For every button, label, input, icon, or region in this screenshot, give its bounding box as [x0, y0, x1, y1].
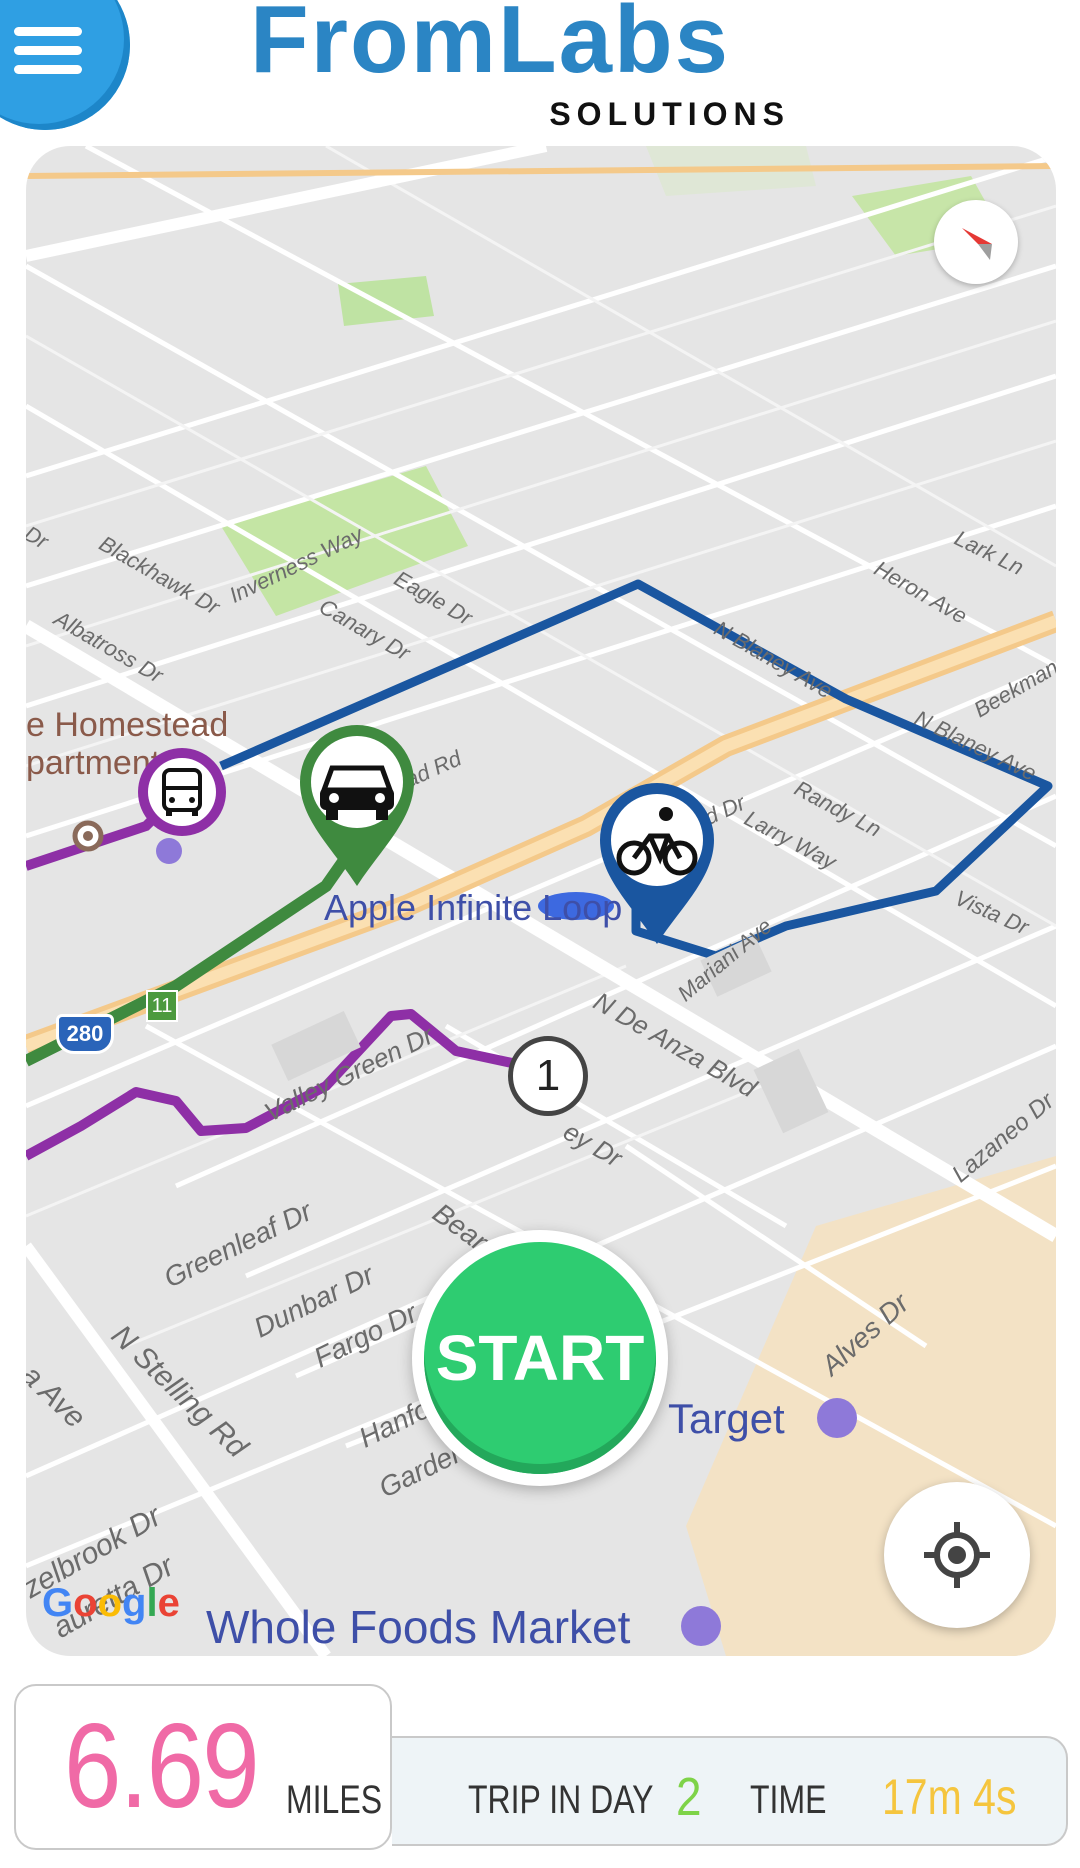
car-icon — [300, 725, 414, 886]
start-button-label: START — [424, 1242, 656, 1474]
route-badge: 11 — [146, 990, 178, 1022]
car-marker[interactable] — [294, 720, 420, 890]
bus-icon — [138, 748, 226, 836]
poi-line: e Homestead — [26, 706, 229, 744]
poi-label-apple[interactable]: Apple Infinite Loop — [324, 890, 622, 926]
bike-marker[interactable] — [594, 778, 720, 948]
bicycle-icon — [600, 783, 714, 944]
crosshair-icon — [924, 1522, 990, 1588]
route-number: 11 — [151, 995, 173, 1017]
distance-card: 6.69 MILES — [14, 1684, 392, 1850]
trip-count: 2 — [676, 1767, 702, 1827]
distance-unit: MILES — [286, 1778, 383, 1822]
poi-label-whole-foods[interactable]: Whole Foods Market — [206, 1604, 630, 1650]
hamburger-bar — [14, 65, 82, 74]
interstate-number: 280 — [66, 1021, 104, 1046]
bus-marker[interactable] — [134, 744, 230, 840]
distance-value: 6.69 — [64, 1699, 260, 1833]
map-view[interactable]: 280 11 Homestead Rd N Blaney Ave N Blane… — [26, 146, 1056, 1656]
compass-button[interactable] — [934, 200, 1018, 284]
menu-button[interactable] — [0, 0, 130, 130]
time-label: TIME — [750, 1778, 827, 1822]
stop-number-marker[interactable]: 1 — [508, 1036, 588, 1116]
google-logo: Google — [42, 1581, 180, 1625]
brand-logo: FromLabs SOLUTIONS — [250, 0, 810, 130]
stop-number: 1 — [535, 1051, 561, 1100]
start-button[interactable]: START — [412, 1230, 668, 1486]
interstate-badge: 280 — [56, 1014, 114, 1054]
compass-icon — [962, 228, 992, 260]
trip-label: TRIP IN DAY — [468, 1778, 654, 1822]
logo-subtitle: SOLUTIONS — [549, 96, 790, 132]
my-location-button[interactable] — [884, 1482, 1030, 1628]
trip-summary-card: TRIP IN DAY 2 TIME 17m 4s — [392, 1736, 1068, 1846]
poi-label-target[interactable]: Target — [668, 1398, 785, 1440]
hamburger-bar — [14, 46, 82, 55]
hamburger-menu-icon — [14, 27, 82, 36]
logo-title: FromLabs — [250, 0, 731, 93]
time-value: 17m 4s — [882, 1769, 1017, 1825]
